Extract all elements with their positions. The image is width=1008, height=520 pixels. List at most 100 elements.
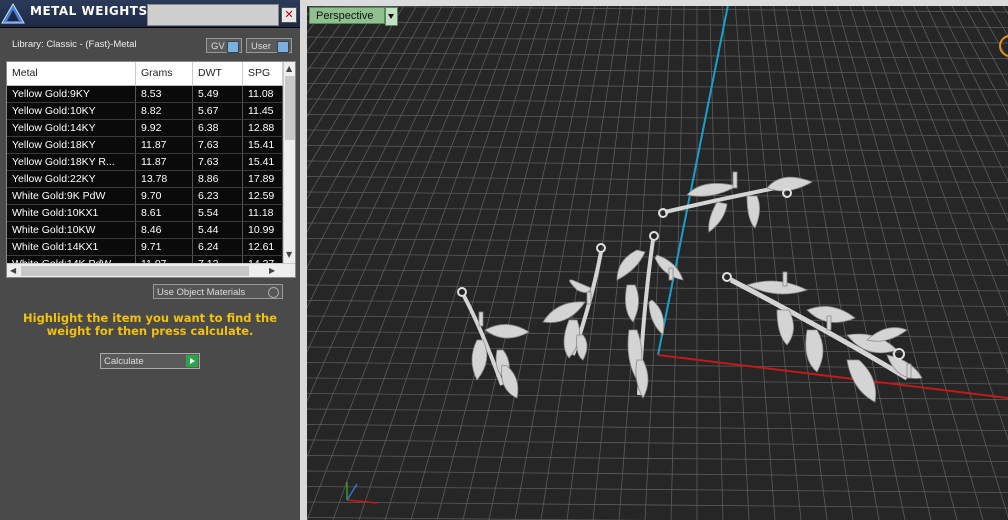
scroll-left-icon[interactable]: ◀ <box>10 266 16 276</box>
dwt-cell: 5.54 <box>193 205 243 221</box>
table-row[interactable]: White Gold:14KX1 9.71 6.24 12.61 <box>7 239 283 256</box>
spg-cell: 11.45 <box>243 103 283 119</box>
grid-line <box>307 424 1008 431</box>
gv-label: GV <box>211 41 225 52</box>
branch-model-center-left[interactable] <box>542 243 606 361</box>
dwt-cell: 7.63 <box>193 154 243 170</box>
grams-cell: 9.71 <box>136 239 193 255</box>
dwt-cell: 8.86 <box>193 171 243 187</box>
grid-line <box>709 0 724 520</box>
spg-cell: 11.08 <box>243 86 283 102</box>
panel-titlebar[interactable]: METAL WEIGHTS ✕ <box>0 0 300 28</box>
scroll-right-icon[interactable]: ▶ <box>269 266 275 276</box>
table-row[interactable]: Yellow Gold:18KY R... 11.87 7.63 15.41 <box>7 154 283 171</box>
grams-cell: 8.46 <box>136 222 193 238</box>
spg-cell: 17.89 <box>243 171 283 187</box>
calculate-label: Calculate <box>104 356 144 367</box>
grid-line <box>307 52 1008 59</box>
3d-viewport[interactable]: Perspective <box>307 0 1008 520</box>
metal-cell: Yellow Gold:10KY <box>7 103 136 119</box>
dwt-cell: 6.38 <box>193 120 243 136</box>
dwt-cell: 5.49 <box>193 86 243 102</box>
grid-line <box>307 377 1008 385</box>
grams-cell: 8.82 <box>136 103 193 119</box>
user-dropdown-icon <box>277 41 289 53</box>
grid-line <box>307 207 1008 214</box>
panel-divider[interactable] <box>300 0 307 520</box>
spg-cell: 11.18 <box>243 205 283 221</box>
column-header-metal[interactable]: Metal <box>7 62 136 85</box>
user-dropdown[interactable]: User <box>246 38 292 53</box>
grid-line <box>307 222 1008 230</box>
grams-cell: 9.70 <box>136 188 193 204</box>
hint-text: Highlight the item you want to find the … <box>23 311 277 338</box>
grid-line <box>797 0 906 520</box>
grid-line <box>307 455 1008 462</box>
grid-line <box>759 0 828 520</box>
panel-drag-area[interactable] <box>147 4 279 26</box>
table-row[interactable]: Yellow Gold:10KY 8.82 5.67 11.45 <box>7 103 283 120</box>
metal-cell: Yellow Gold:9KY <box>7 86 136 102</box>
metal-cell: White Gold:10KX1 <box>7 205 136 221</box>
scroll-up-icon[interactable]: ▲ <box>286 64 292 74</box>
grid-line <box>307 145 1008 152</box>
metal-weights-panel: METAL WEIGHTS ✕ Library: Classic - (Fast… <box>0 0 300 520</box>
library-label: Library: Classic - (Fast)-Metal <box>12 39 137 50</box>
grid-line <box>307 98 1008 106</box>
grid-line <box>772 0 854 520</box>
close-button[interactable]: ✕ <box>281 7 297 23</box>
grid-line <box>307 114 1008 121</box>
table-row[interactable]: Yellow Gold:18KY 11.87 7.63 15.41 <box>7 137 283 154</box>
grid-line <box>810 0 932 520</box>
table-row[interactable]: Yellow Gold:22KY 13.78 8.86 17.89 <box>7 171 283 188</box>
grid-line <box>784 0 880 520</box>
table-row[interactable]: White Gold:10KX1 8.61 5.54 11.18 <box>7 205 283 222</box>
grid-line <box>307 0 408 170</box>
vertical-scroll-thumb[interactable] <box>285 76 295 140</box>
table-row[interactable]: Yellow Gold:9KY 8.53 5.49 11.08 <box>7 86 283 103</box>
gv-dropdown[interactable]: GV <box>206 38 242 53</box>
table-row[interactable]: White Gold:9K PdW 9.70 6.23 12.59 <box>7 188 283 205</box>
horizontal-scroll-thumb[interactable] <box>21 266 249 276</box>
user-label: User <box>251 41 272 52</box>
table-row[interactable]: White Gold:10KW 8.46 5.44 10.99 <box>7 222 283 239</box>
table-horizontal-scrollbar[interactable]: ◀ ▶ <box>7 263 295 277</box>
table-row[interactable]: Yellow Gold:14KY 9.92 6.38 12.88 <box>7 120 283 137</box>
spg-cell: 15.41 <box>243 154 283 170</box>
branch-model-left[interactable] <box>457 287 530 399</box>
table-vertical-scrollbar[interactable]: ▲ ▼ <box>283 62 295 263</box>
dwt-cell: 6.24 <box>193 239 243 255</box>
grid-line <box>307 486 1008 493</box>
grid-line <box>307 160 1008 168</box>
spg-cell: 15.41 <box>243 137 283 153</box>
grid-line <box>307 284 1008 292</box>
table-header: Metal Grams DWT SPG <box>7 62 283 86</box>
y-axis-line <box>657 0 730 356</box>
grid-line <box>307 0 458 309</box>
panel-title: METAL WEIGHTS <box>30 4 148 18</box>
viewport-scene[interactable] <box>307 0 1008 520</box>
grid-line <box>307 129 1008 137</box>
grid-line <box>307 191 1008 199</box>
play-arrow-icon <box>186 355 198 367</box>
orbit-gizmo-icon[interactable] <box>999 35 1008 57</box>
column-header-grams[interactable]: Grams <box>136 62 193 85</box>
viewport-view-tab[interactable]: Perspective <box>309 7 385 24</box>
metals-table[interactable]: Metal Grams DWT SPG Yellow Gold:9KY 8.53 5… <box>6 61 296 278</box>
grid-line <box>307 439 1008 447</box>
grid-line <box>307 393 1008 400</box>
column-header-dwt[interactable]: DWT <box>193 62 243 85</box>
grams-cell: 8.53 <box>136 86 193 102</box>
column-header-spg[interactable]: SPG <box>243 62 283 85</box>
calculate-button[interactable]: Calculate <box>100 353 200 369</box>
viewport-view-dropdown-icon[interactable] <box>385 7 398 26</box>
grid-line <box>307 0 370 94</box>
spg-cell: 12.59 <box>243 188 283 204</box>
grid-line <box>747 0 802 520</box>
use-object-materials-label: Use Object Materials <box>157 287 246 298</box>
grid-line <box>307 0 433 233</box>
use-object-materials-toggle[interactable]: Use Object Materials <box>153 284 283 299</box>
dwt-cell: 5.44 <box>193 222 243 238</box>
grid-line <box>307 0 484 403</box>
scroll-down-icon[interactable]: ▼ <box>286 250 292 260</box>
